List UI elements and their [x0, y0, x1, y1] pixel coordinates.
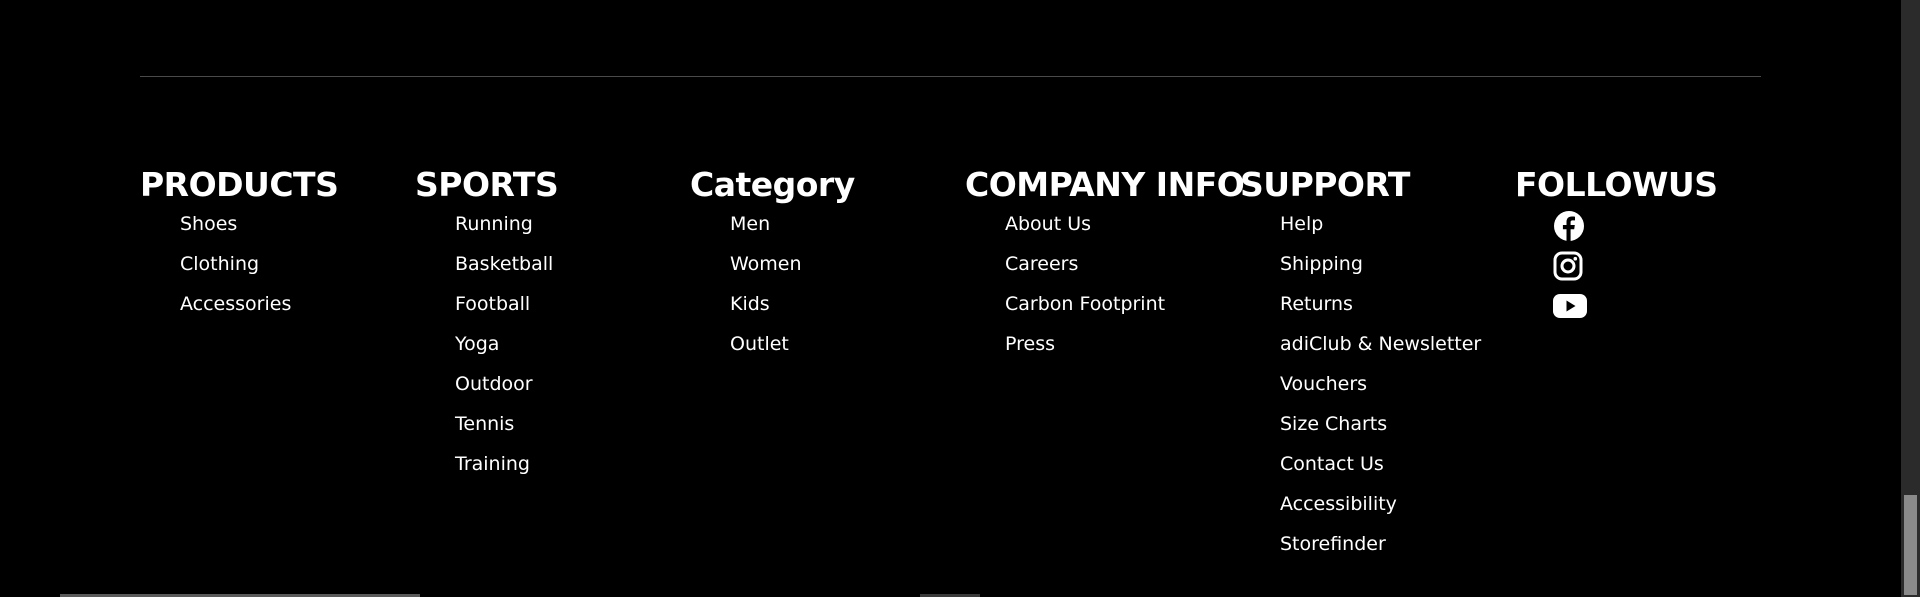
footer-link-careers[interactable]: Careers — [1005, 253, 1078, 275]
footer-link-accessibility[interactable]: Accessibility — [1280, 493, 1397, 515]
footer-link-shoes[interactable]: Shoes — [180, 213, 237, 235]
list-item: Returns — [1280, 292, 1515, 332]
footer-link-football[interactable]: Football — [455, 293, 530, 315]
list-item: Careers — [1005, 252, 1240, 292]
footer-link-press[interactable]: Press — [1005, 333, 1055, 355]
footer-link-accessories[interactable]: Accessories — [180, 293, 291, 315]
footer-link-vouchers[interactable]: Vouchers — [1280, 373, 1367, 395]
list-item: Shoes — [180, 212, 415, 252]
vertical-scrollbar[interactable] — [1901, 0, 1920, 597]
footer-list-category: Men Women Kids Outlet — [690, 212, 965, 372]
footer-link-size-charts[interactable]: Size Charts — [1280, 413, 1387, 435]
footer-column-category: Category Men Women Kids Outlet — [690, 164, 965, 572]
footer-link-help[interactable]: Help — [1280, 213, 1323, 235]
list-item: Press — [1005, 332, 1240, 372]
list-item: Men — [730, 212, 965, 252]
list-item: Running — [455, 212, 690, 252]
footer-link-storefinder[interactable]: Storefinder — [1280, 533, 1386, 555]
footer-list-sports: Running Basketball Football Yoga Outdoor… — [415, 212, 690, 492]
footer-heading-company-info: COMPANY INFO — [965, 165, 1245, 204]
footer-heading-sports: SPORTS — [415, 165, 559, 204]
footer-column-support: SUPPORT Help Shipping Returns adiClub & … — [1240, 164, 1515, 572]
list-item: Women — [730, 252, 965, 292]
footer-link-running[interactable]: Running — [455, 213, 533, 235]
facebook-icon — [1554, 211, 1584, 241]
footer-link-kids[interactable]: Kids — [730, 293, 770, 315]
list-item: Vouchers — [1280, 372, 1515, 412]
list-item: Training — [455, 452, 690, 492]
footer-link-outdoor[interactable]: Outdoor — [455, 373, 533, 395]
footer-link-returns[interactable]: Returns — [1280, 293, 1353, 315]
footer-list-support: Help Shipping Returns adiClub & Newslett… — [1240, 212, 1515, 572]
footer-link-basketball[interactable]: Basketball — [455, 253, 553, 275]
footer-divider — [140, 76, 1761, 77]
list-item: Outlet — [730, 332, 965, 372]
footer-column-company-info: COMPANY INFO About Us Careers Carbon Foo… — [965, 164, 1245, 572]
footer-link-adiclub-newsletter[interactable]: adiClub & Newsletter — [1280, 333, 1481, 355]
list-item: Basketball — [455, 252, 690, 292]
footer-column-products: PRODUCTS Shoes Clothing Accessories — [140, 164, 415, 572]
list-item: About Us — [1005, 212, 1240, 252]
footer-link-training[interactable]: Training — [455, 453, 530, 475]
footer-heading-products: PRODUCTS — [140, 165, 339, 204]
footer-link-tennis[interactable]: Tennis — [455, 413, 514, 435]
footer-list-company-info: About Us Careers Carbon Footprint Press — [965, 212, 1240, 372]
list-item — [1553, 246, 1790, 286]
instagram-link[interactable] — [1553, 251, 1583, 281]
list-item: Football — [455, 292, 690, 332]
list-item: Kids — [730, 292, 965, 332]
footer-heading-support: SUPPORT — [1240, 165, 1410, 204]
site-footer: PRODUCTS Shoes Clothing Accessories SPOR… — [0, 0, 1901, 597]
list-item: Size Charts — [1280, 412, 1515, 452]
footer-link-clothing[interactable]: Clothing — [180, 253, 259, 275]
footer-column-follow-us: FOLLOWUS — [1515, 164, 1790, 572]
list-item: Contact Us — [1280, 452, 1515, 492]
footer-list-products: Shoes Clothing Accessories — [140, 212, 415, 332]
footer-link-shipping[interactable]: Shipping — [1280, 253, 1363, 275]
footer-link-men[interactable]: Men — [730, 213, 770, 235]
list-item: adiClub & Newsletter — [1280, 332, 1515, 372]
list-item: Clothing — [180, 252, 415, 292]
list-item: Storefinder — [1280, 532, 1515, 572]
list-item: Accessories — [180, 292, 415, 332]
footer-link-yoga[interactable]: Yoga — [455, 333, 499, 355]
footer-heading-follow-us: FOLLOWUS — [1515, 165, 1718, 204]
footer-link-about-us[interactable]: About Us — [1005, 213, 1091, 235]
list-item: Help — [1280, 212, 1515, 252]
footer-link-contact-us[interactable]: Contact Us — [1280, 453, 1384, 475]
footer-columns: PRODUCTS Shoes Clothing Accessories SPOR… — [140, 164, 1790, 572]
list-item: Carbon Footprint — [1005, 292, 1240, 332]
footer-link-outlet[interactable]: Outlet — [730, 333, 789, 355]
facebook-link[interactable] — [1553, 210, 1585, 242]
list-item — [1553, 286, 1790, 326]
instagram-icon — [1553, 251, 1583, 281]
list-item: Yoga — [455, 332, 690, 372]
footer-column-sports: SPORTS Running Basketball Football Yoga … — [415, 164, 690, 572]
social-links — [1515, 206, 1790, 326]
list-item: Tennis — [455, 412, 690, 452]
youtube-icon — [1553, 294, 1587, 318]
footer-heading-category: Category — [690, 165, 855, 204]
footer-link-carbon-footprint[interactable]: Carbon Footprint — [1005, 293, 1165, 315]
scrollbar-thumb[interactable] — [1904, 495, 1917, 595]
youtube-link[interactable] — [1553, 293, 1587, 319]
footer-link-women[interactable]: Women — [730, 253, 802, 275]
list-item — [1553, 206, 1790, 246]
list-item: Accessibility — [1280, 492, 1515, 532]
list-item: Outdoor — [455, 372, 690, 412]
list-item: Shipping — [1280, 252, 1515, 292]
